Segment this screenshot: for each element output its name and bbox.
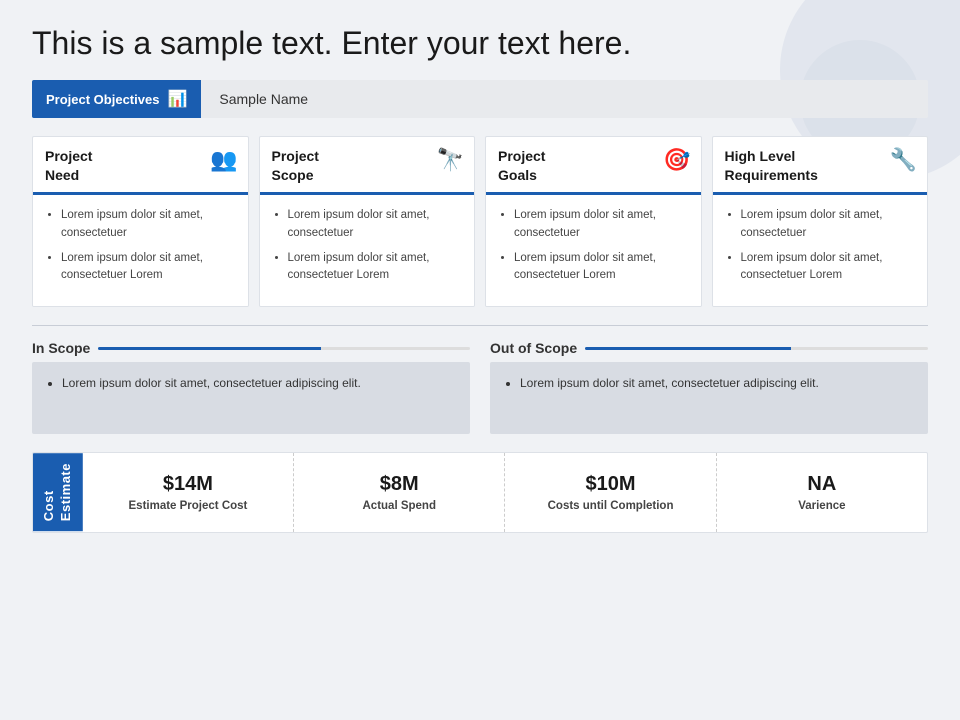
- card-header-project-goals: ProjectGoals 🎯: [486, 137, 701, 195]
- card-bullet: Lorem ipsum dolor sit amet, consectetuer…: [514, 250, 689, 285]
- page: This is a sample text. Enter your text h…: [0, 0, 960, 720]
- people-icon: 👥: [210, 147, 237, 173]
- card-header-project-scope: ProjectScope 🔭: [260, 137, 475, 195]
- out-of-scope-content: Lorem ipsum dolor sit amet, consectetuer…: [490, 362, 928, 434]
- card-body-high-level-requirements: Lorem ipsum dolor sit amet, consectetuer…: [713, 195, 928, 306]
- cost-item-0: $14M Estimate Project Cost: [83, 453, 294, 531]
- cost-desc-1: Actual Spend: [363, 500, 436, 512]
- in-scope-block: In Scope Lorem ipsum dolor sit amet, con…: [32, 340, 470, 434]
- card-project-need: ProjectNeed 👥 Lorem ipsum dolor sit amet, …: [32, 136, 249, 307]
- card-body-project-scope: Lorem ipsum dolor sit amet, consectetuer…: [260, 195, 475, 306]
- scope-row: In Scope Lorem ipsum dolor sit amet, con…: [32, 340, 928, 434]
- card-project-scope: ProjectScope 🔭 Lorem ipsum dolor sit amet,…: [259, 136, 476, 307]
- card-body-project-need: Lorem ipsum dolor sit amet, consectetuer…: [33, 195, 248, 306]
- card-body-project-goals: Lorem ipsum dolor sit amet, consectetuer…: [486, 195, 701, 306]
- card-bullet: Lorem ipsum dolor sit amet, consectetuer…: [288, 250, 463, 285]
- cost-amount-3: NA: [807, 473, 836, 496]
- card-bullet: Lorem ipsum dolor sit amet, consectetuer: [61, 207, 236, 242]
- divider-1: [32, 325, 928, 326]
- out-of-scope-block: Out of Scope Lorem ipsum dolor sit amet,…: [490, 340, 928, 434]
- cost-desc-0: Estimate Project Cost: [129, 500, 248, 512]
- card-bullet: Lorem ipsum dolor sit amet, consectetuer: [741, 207, 916, 242]
- target-icon: 🎯: [663, 147, 690, 173]
- out-of-scope-item: Lorem ipsum dolor sit amet, consectetuer…: [520, 374, 914, 392]
- in-scope-line: [98, 347, 470, 350]
- content-area: This is a sample text. Enter your text h…: [32, 24, 928, 533]
- card-bullet: Lorem ipsum dolor sit amet, consectetuer: [514, 207, 689, 242]
- in-scope-item: Lorem ipsum dolor sit amet, consectetuer…: [62, 374, 456, 392]
- objectives-name: Sample Name: [201, 91, 308, 107]
- card-title-high-level-requirements: High LevelRequirements: [725, 147, 818, 183]
- card-title-project-scope: ProjectScope: [272, 147, 319, 183]
- cost-desc-3: Varience: [798, 500, 845, 512]
- objectives-label-block: Project Objectives 📊: [32, 80, 201, 118]
- card-high-level-requirements: High LevelRequirements 🔧 Lorem ipsum dolor…: [712, 136, 929, 307]
- in-scope-header: In Scope: [32, 340, 470, 356]
- card-header-project-need: ProjectNeed 👥: [33, 137, 248, 195]
- main-title: This is a sample text. Enter your text h…: [32, 24, 928, 62]
- card-bullet: Lorem ipsum dolor sit amet, consectetuer: [288, 207, 463, 242]
- cost-estimate-row: CostEstimate $14M Estimate Project Cost $8…: [32, 452, 928, 532]
- card-title-project-goals: ProjectGoals: [498, 147, 545, 183]
- out-of-scope-line: [585, 347, 928, 350]
- out-of-scope-title: Out of Scope: [490, 340, 577, 356]
- telescope-icon: 🔭: [437, 147, 464, 173]
- cost-amount-0: $14M: [163, 473, 213, 496]
- objectives-bar: Project Objectives 📊 Sample Name: [32, 80, 928, 118]
- cost-item-2: $10M Costs until Completion: [505, 453, 716, 531]
- cost-item-1: $8M Actual Spend: [294, 453, 505, 531]
- cards-row: ProjectNeed 👥 Lorem ipsum dolor sit amet, …: [32, 136, 928, 307]
- cost-amount-1: $8M: [380, 473, 419, 496]
- card-bullet: Lorem ipsum dolor sit amet, consectetuer…: [61, 250, 236, 285]
- cost-items: $14M Estimate Project Cost $8M Actual Spend…: [83, 453, 927, 531]
- card-bullet: Lorem ipsum dolor sit amet, consectetuer…: [741, 250, 916, 285]
- objectives-label-text: Project Objectives: [46, 92, 159, 107]
- card-project-goals: ProjectGoals 🎯 Lorem ipsum dolor sit amet,…: [485, 136, 702, 307]
- cost-item-3: NA Varience: [717, 453, 927, 531]
- cost-desc-2: Costs until Completion: [548, 500, 674, 512]
- cost-amount-2: $10M: [586, 473, 636, 496]
- card-title-project-need: ProjectNeed: [45, 147, 92, 183]
- in-scope-title: In Scope: [32, 340, 90, 356]
- out-of-scope-header: Out of Scope: [490, 340, 928, 356]
- presentation-icon: 📊: [167, 89, 187, 109]
- in-scope-content: Lorem ipsum dolor sit amet, consectetuer…: [32, 362, 470, 434]
- wrench-icon: 🔧: [890, 147, 917, 173]
- card-header-high-level-requirements: High LevelRequirements 🔧: [713, 137, 928, 195]
- cost-estimate-label: CostEstimate: [33, 453, 83, 531]
